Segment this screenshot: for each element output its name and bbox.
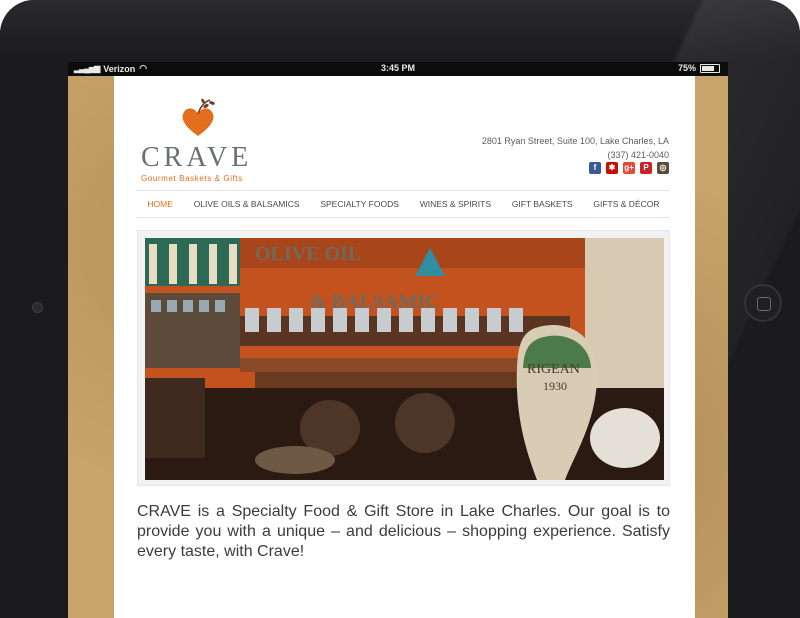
status-right: 75%	[678, 63, 720, 73]
battery-percent: 75%	[677, 63, 696, 73]
logo-tagline: Gourmet Baskets & Gifts	[141, 174, 243, 183]
nav-item-olive-oils-balsamics[interactable]: OLIVE OILS & BALSAMICS	[194, 199, 300, 209]
contact-info: 2801 Ryan Street, Suite 100, Lake Charle…	[482, 134, 669, 162]
urn-label-top: RIGEAN	[527, 362, 580, 377]
home-square-icon	[757, 297, 771, 311]
pinterest-icon[interactable]: P	[640, 162, 652, 174]
instagram-icon[interactable]: ◎	[657, 162, 669, 174]
clock: 3:45 PM	[380, 63, 415, 73]
nav-item-gift-baskets[interactable]: GIFT BASKETS	[512, 199, 573, 209]
store-address: 2801 Ryan Street, Suite 100, Lake Charle…	[481, 136, 669, 146]
urn-label-bottom: 1930	[543, 379, 567, 393]
web-page: CRAVE Gourmet Baskets & Gifts 2801 Ryan …	[114, 76, 695, 618]
nav-item-specialty-foods[interactable]: SPECIALTY FOODS	[320, 199, 399, 209]
nav-item-gifts-d-cor[interactable]: GIFTS & DÉCOR	[593, 199, 659, 209]
store-interior-photo: OLIVE OIL & BALSAMIC RIGEAN 1930	[145, 238, 664, 480]
nav-item-wines-spirits[interactable]: WINES & SPIRITS	[420, 199, 491, 209]
social-links: f ✱ g+ P ◎	[589, 162, 669, 174]
tablet-frame: ▂▃▄▅▆ Verizon ◠ 3:45 PM 75% CRAVE Gourme…	[0, 0, 800, 618]
logo-wordmark: CRAVE	[141, 142, 253, 173]
home-button[interactable]	[744, 284, 782, 322]
store-sign-top: OLIVE OIL	[255, 243, 361, 265]
yelp-icon[interactable]: ✱	[606, 162, 618, 174]
intro-paragraph: CRAVE is a Specialty Food & Gift Store i…	[137, 503, 670, 560]
hero-image: OLIVE OIL & BALSAMIC RIGEAN 1930	[137, 230, 670, 486]
nav-item-home[interactable]: HOME	[147, 199, 173, 209]
battery-icon	[700, 63, 720, 73]
main-nav: HOME OLIVE OILS & BALSAMICS SPECIALTY FOOD…	[137, 190, 670, 218]
logo-heart-olive-icon	[182, 98, 215, 136]
site-logo[interactable]: CRAVE Gourmet Baskets & Gifts	[141, 98, 271, 183]
store-phone[interactable]: (337) 421-0040	[482, 148, 669, 162]
front-camera	[32, 302, 43, 313]
battery-fill	[702, 65, 714, 71]
status-bar: ▂▃▄▅▆ Verizon ◠ 3:45 PM 75%	[68, 62, 728, 76]
google-plus-icon[interactable]: g+	[623, 162, 635, 174]
facebook-icon[interactable]: f	[589, 162, 601, 174]
tablet-screen: ▂▃▄▅▆ Verizon ◠ 3:45 PM 75% CRAVE Gourme…	[68, 62, 728, 618]
store-sign-bottom: & BALSAMIC	[310, 291, 439, 313]
